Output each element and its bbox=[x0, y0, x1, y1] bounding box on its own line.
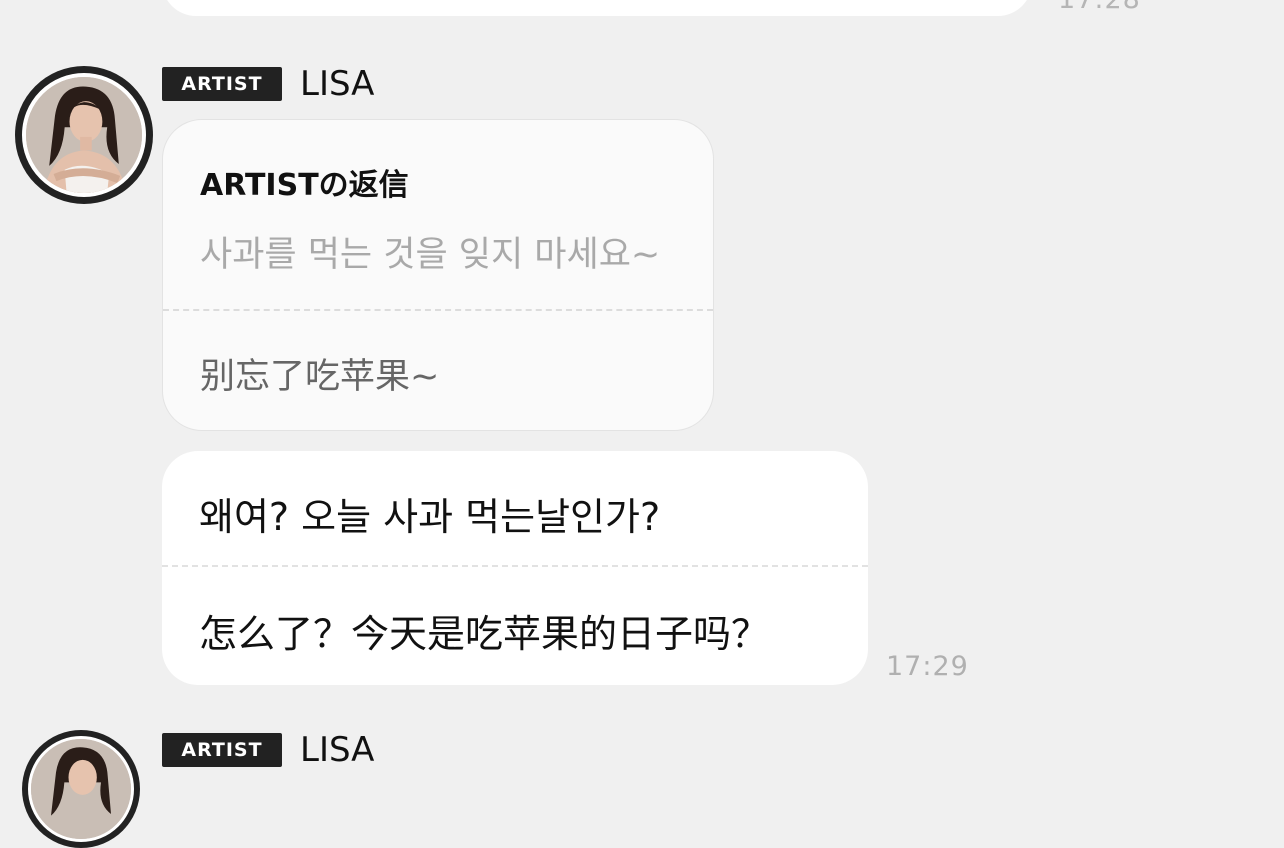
next-sender-name[interactable]: LISA bbox=[300, 733, 374, 767]
message-divider bbox=[162, 565, 868, 567]
previous-message-bubble[interactable] bbox=[162, 0, 1032, 16]
reply-translation: 别忘了吃苹果~ bbox=[200, 357, 440, 397]
next-artist-badge: ARTIST bbox=[162, 733, 282, 767]
message-bubble[interactable]: 왜여? 오늘 사과 먹는날인가? 怎么了？今天是吃苹果的日子吗？ bbox=[162, 451, 868, 685]
sender-name[interactable]: LISA bbox=[300, 67, 374, 101]
reply-header: ARTISTの返信 bbox=[200, 168, 409, 203]
artist-reply-card[interactable]: ARTISTの返信 사과를 먹는 것을 잊지 마세요~ 别忘了吃苹果~ bbox=[162, 119, 714, 431]
artist-badge: ARTIST bbox=[162, 67, 282, 101]
message-text: 왜여? 오늘 사과 먹는날인가? bbox=[199, 495, 661, 539]
previous-message-timestamp: 17:28 bbox=[1058, 0, 1141, 15]
next-avatar-portrait-image bbox=[31, 739, 131, 839]
reply-divider bbox=[163, 309, 713, 311]
message-translation: 怎么了？今天是吃苹果的日子吗？ bbox=[199, 612, 770, 656]
next-artist-avatar[interactable] bbox=[22, 730, 140, 848]
avatar-portrait-image bbox=[26, 77, 142, 193]
message-timestamp: 17:29 bbox=[886, 651, 969, 682]
artist-avatar[interactable] bbox=[15, 66, 153, 204]
reply-quoted-text: 사과를 먹는 것을 잊지 마세요~ bbox=[200, 235, 661, 275]
avatar-photo bbox=[22, 73, 146, 197]
